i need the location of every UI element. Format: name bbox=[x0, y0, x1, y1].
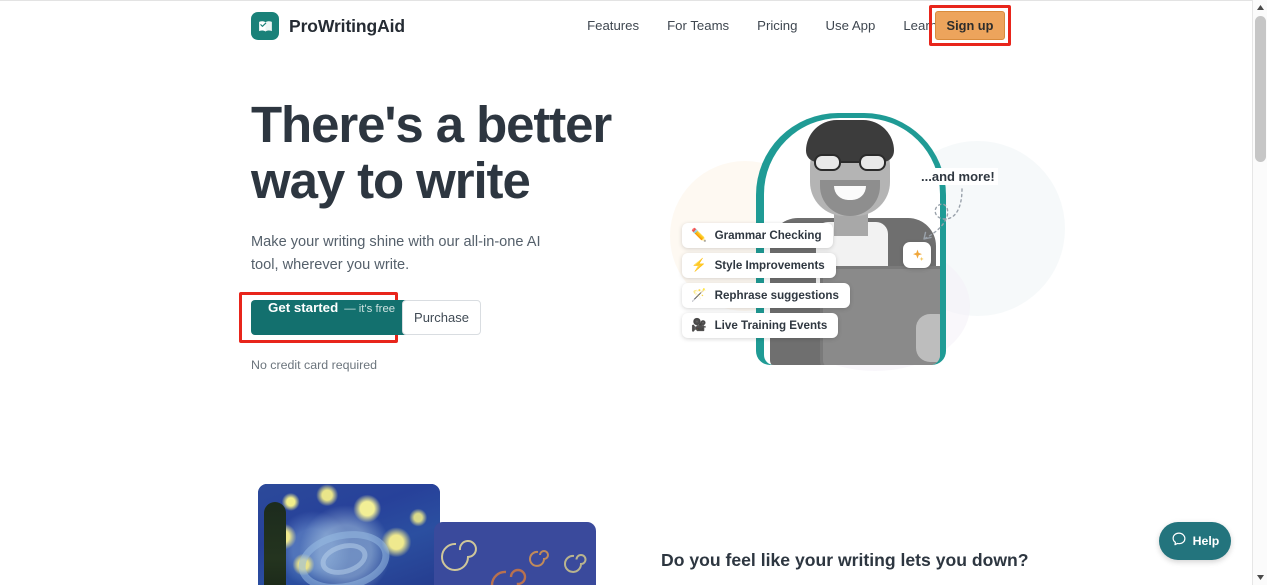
purchase-button[interactable]: Purchase bbox=[402, 300, 481, 335]
dotted-arrow-icon bbox=[923, 188, 963, 240]
person-hand bbox=[916, 314, 940, 362]
feature-chip-rephrase-suggestions[interactable]: 🪄 Rephrase suggestions bbox=[682, 283, 850, 308]
feature-chip-label: Style Improvements bbox=[714, 259, 825, 272]
artwork-card-group bbox=[258, 484, 598, 585]
bolt-icon: ⚡ bbox=[691, 258, 707, 273]
page-title: There's a better way to write bbox=[251, 97, 631, 209]
brand-name: ProWritingAid bbox=[289, 15, 406, 36]
hero-title-line-2: way to write bbox=[251, 152, 531, 209]
get-started-sublabel: — it's free bbox=[344, 303, 396, 315]
hero-text-block: There's a better way to write Make your … bbox=[251, 97, 631, 277]
camera-icon: 🎥 bbox=[691, 318, 707, 333]
hero-illustration: ✏️ Grammar Checking ⚡ Style Improvements… bbox=[660, 101, 1065, 376]
wand-icon: 🪄 bbox=[691, 288, 707, 303]
feature-chip-label: Live Training Events bbox=[714, 319, 828, 332]
spiral-doodles bbox=[441, 540, 587, 585]
get-started-button[interactable]: Get started — it's free bbox=[251, 300, 413, 335]
signup-annotation-box: Sign up bbox=[929, 5, 1011, 46]
feature-chip-label: Grammar Checking bbox=[714, 229, 822, 242]
and-more-annotation: ...and more! bbox=[918, 168, 998, 185]
brand-logo-link[interactable]: ProWritingAid bbox=[251, 12, 405, 40]
nav-item-pricing[interactable]: Pricing bbox=[743, 1, 811, 51]
sign-up-button[interactable]: Sign up bbox=[935, 11, 1005, 40]
speech-bubble-icon bbox=[1171, 531, 1187, 552]
section-heading: Do you feel like your writing lets you d… bbox=[661, 550, 1029, 570]
site-header: ProWritingAid Features For Teams Pricing… bbox=[0, 1, 1252, 51]
nav-item-for-teams[interactable]: For Teams bbox=[653, 1, 743, 51]
feature-chip-live-training-events[interactable]: 🎥 Live Training Events bbox=[682, 313, 839, 338]
scroll-up-arrow-icon[interactable] bbox=[1253, 0, 1267, 15]
hero-subtitle: Make your writing shine with our all-in-… bbox=[251, 234, 541, 273]
feature-chip-style-improvements[interactable]: ⚡ Style Improvements bbox=[682, 253, 836, 278]
blue-doodle-card bbox=[434, 522, 596, 585]
open-book-icon bbox=[251, 12, 279, 40]
feature-chip-list: ✏️ Grammar Checking ⚡ Style Improvements… bbox=[682, 223, 850, 338]
page-scrollbar[interactable] bbox=[1252, 0, 1267, 585]
glasses-icon bbox=[814, 154, 886, 171]
feature-chip-label: Rephrase suggestions bbox=[714, 289, 839, 302]
help-widget-button[interactable]: Help bbox=[1159, 522, 1231, 560]
scrollbar-thumb[interactable] bbox=[1255, 16, 1266, 162]
get-started-label: Get started bbox=[268, 300, 339, 315]
browser-page: ProWritingAid Features For Teams Pricing… bbox=[0, 0, 1267, 585]
help-widget-label: Help bbox=[1192, 534, 1220, 548]
starry-night-card bbox=[258, 484, 440, 585]
scroll-down-arrow-icon[interactable] bbox=[1253, 570, 1267, 585]
page-viewport: ProWritingAid Features For Teams Pricing… bbox=[0, 0, 1252, 585]
feature-chip-grammar-checking[interactable]: ✏️ Grammar Checking bbox=[682, 223, 833, 248]
hero-title-line-1: There's a better bbox=[251, 96, 612, 153]
pencil-icon: ✏️ bbox=[691, 228, 707, 243]
cypress-tree bbox=[264, 502, 286, 585]
hero-cta-row: Get started — it's free Purchase bbox=[239, 292, 489, 343]
nav-item-use-app[interactable]: Use App bbox=[811, 1, 889, 51]
no-credit-card-note: No credit card required bbox=[251, 358, 378, 372]
nav-item-features[interactable]: Features bbox=[573, 1, 653, 51]
